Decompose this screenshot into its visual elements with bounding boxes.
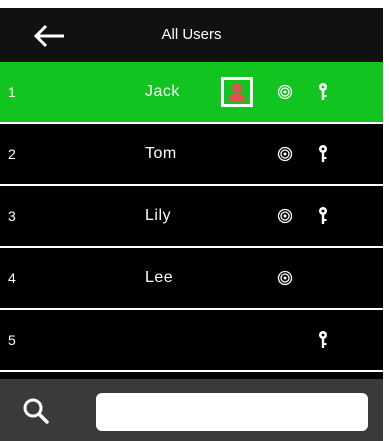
key-icon — [319, 83, 327, 100]
arrow-left-icon — [33, 24, 64, 48]
fingerprint-icon — [277, 146, 293, 162]
fingerprint-icon — [277, 84, 293, 100]
user-row[interactable]: 4 Lee — [0, 248, 383, 310]
user-row[interactable]: 2 Tom — [0, 124, 383, 186]
header-bar: All Users — [0, 8, 383, 62]
user-row[interactable]: 3 Lily — [0, 186, 383, 248]
search-input[interactable] — [96, 393, 368, 431]
key-icon — [319, 331, 327, 348]
search-icon — [23, 398, 49, 424]
face-icon — [229, 83, 245, 101]
face-icon-frame — [221, 77, 253, 107]
user-list: 1 Jack 2 Tom 3 Lily 4 Lee 5 — [0, 62, 383, 372]
device-screen: All Users 1 Jack 2 Tom 3 Lily 4 Lee 5 — [0, 8, 383, 441]
user-name: Jack — [145, 83, 180, 100]
search-button[interactable] — [22, 397, 50, 425]
search-bar — [0, 379, 383, 441]
user-number: 3 — [8, 208, 16, 224]
key-icon — [319, 207, 327, 224]
user-number: 2 — [8, 146, 16, 162]
user-number: 4 — [8, 270, 16, 286]
user-name: Lily — [145, 207, 172, 224]
fingerprint-icon — [277, 270, 293, 286]
user-name: Lee — [145, 269, 174, 286]
user-row[interactable]: 1 Jack — [0, 62, 383, 124]
user-number: 1 — [8, 84, 16, 100]
fingerprint-icon — [277, 208, 293, 224]
back-button[interactable] — [30, 22, 70, 50]
user-name: Tom — [145, 145, 177, 162]
key-icon — [319, 145, 327, 162]
user-row[interactable]: 5 — [0, 310, 383, 372]
user-number: 5 — [8, 332, 16, 348]
